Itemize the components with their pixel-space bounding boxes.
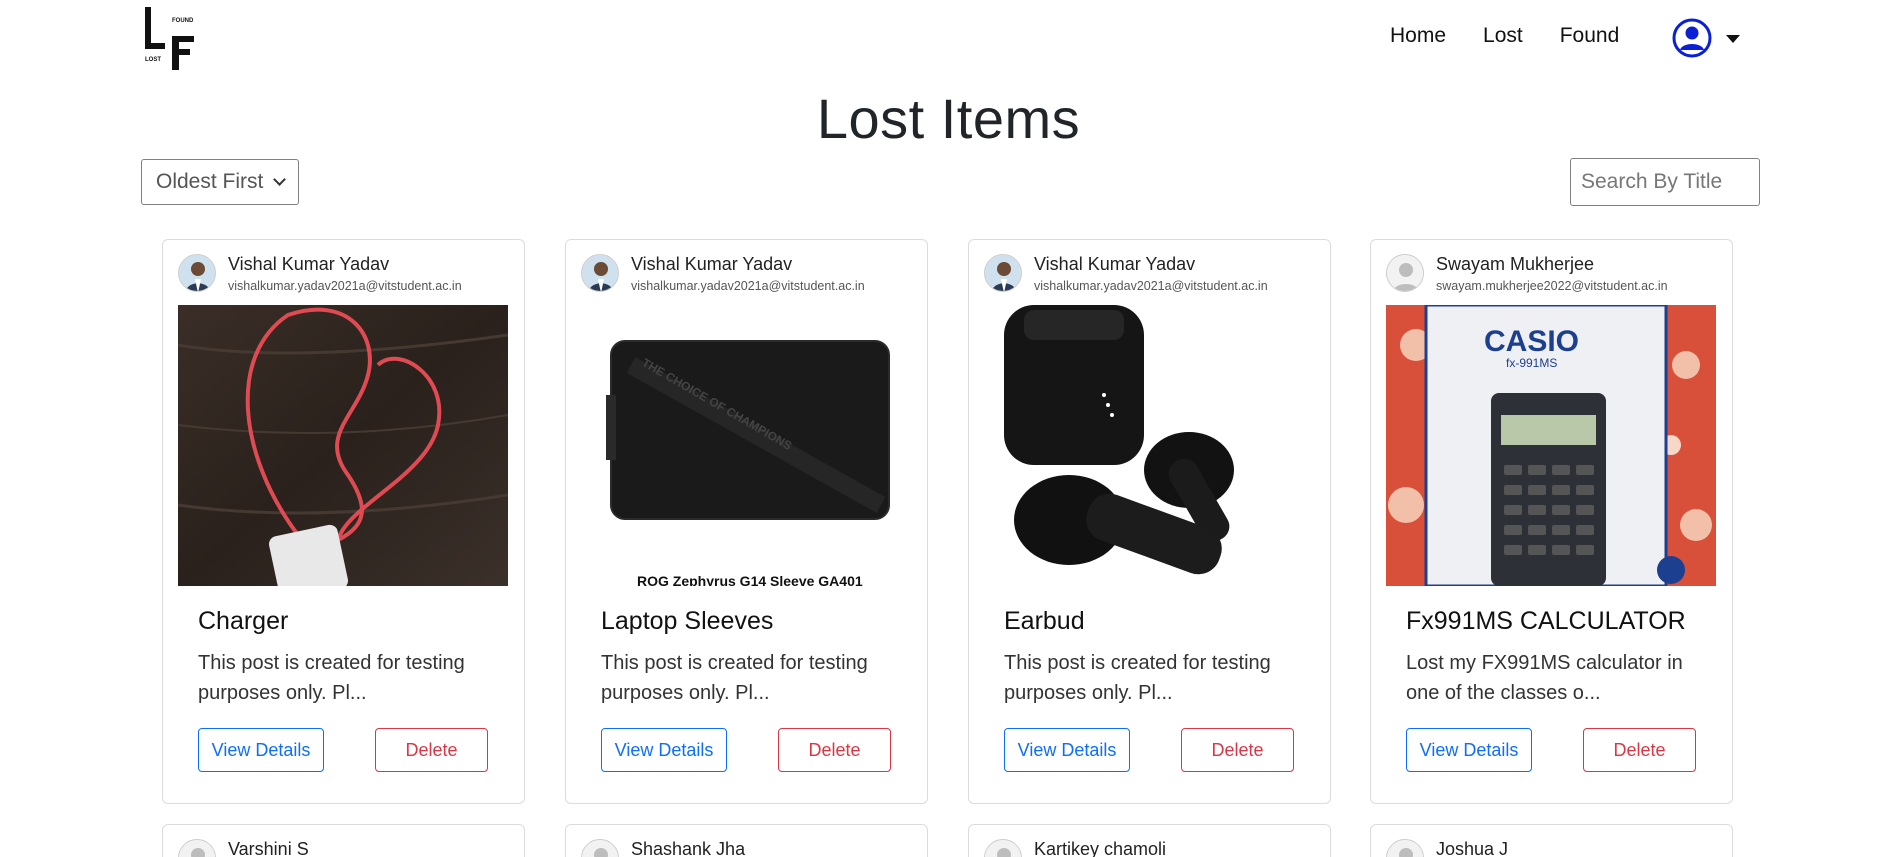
card-header: Swayam Mukherjee swayam.mukherjee2022@vi… bbox=[1386, 254, 1716, 296]
card-header: Vishal Kumar Yadav vishalkumar.yadav2021… bbox=[178, 254, 508, 296]
calculator-model: fx-991MS bbox=[1506, 356, 1557, 370]
calculator-brand: CASIO bbox=[1484, 325, 1579, 358]
item-title: Fx991MS CALCULATOR bbox=[1406, 607, 1686, 635]
avatar-placeholder bbox=[1386, 839, 1424, 857]
user-menu[interactable] bbox=[1672, 18, 1740, 63]
poster-name: Vishal Kumar Yadav bbox=[1034, 254, 1196, 274]
item-image bbox=[178, 305, 508, 586]
delete-button[interactable]: Delete bbox=[778, 728, 891, 772]
card-header: Vishal Kumar Yadav vishalkumar.yadav2021… bbox=[581, 254, 911, 296]
delete-button[interactable]: Delete bbox=[1583, 728, 1696, 772]
poster-email: vishalkumar.yadav2021a@vitstudent.ac.in bbox=[228, 279, 462, 293]
item-card: Vishal Kumar Yadav vishalkumar.yadav2021… bbox=[565, 239, 928, 804]
card-header: Shashank Jha bbox=[581, 839, 911, 857]
poster-email: swayam.mukherjee2022@vitstudent.ac.in bbox=[1436, 279, 1668, 293]
image-caption: ROG Zephyrus G14 Sleeve GA401 bbox=[637, 573, 863, 586]
navbar: FOUND LOST Home Lost Found bbox=[0, 0, 1897, 76]
sort-select[interactable]: Oldest First bbox=[141, 159, 299, 205]
poster-name: Swayam Mukherjee bbox=[1436, 254, 1595, 274]
delete-button[interactable]: Delete bbox=[375, 728, 488, 772]
nav-links: Home Lost Found bbox=[1390, 24, 1656, 48]
item-image: THE CHOICE OF CHAMPIONS ROG Zephyrus G14… bbox=[581, 305, 911, 586]
item-title: Charger bbox=[198, 607, 289, 635]
item-title: Earbud bbox=[1004, 607, 1085, 635]
avatar-placeholder bbox=[1386, 254, 1424, 292]
logo[interactable]: FOUND LOST bbox=[142, 6, 204, 70]
item-card: Kartikey chamoli bbox=[968, 824, 1331, 857]
nav-link-home[interactable]: Home bbox=[1390, 24, 1446, 48]
poster-name: Kartikey chamoli bbox=[1034, 839, 1167, 857]
poster-name: Joshua J bbox=[1436, 839, 1509, 857]
poster-email: vishalkumar.yadav2021a@vitstudent.ac.in bbox=[631, 279, 865, 293]
item-card: Shashank Jha bbox=[565, 824, 928, 857]
poster-name: Vishal Kumar Yadav bbox=[631, 254, 793, 274]
page-title: Lost Items bbox=[816, 87, 1081, 150]
item-description: This post is created for testing purpose… bbox=[198, 652, 465, 704]
item-image: CASIO fx-991MS bbox=[1386, 305, 1716, 586]
item-card: Vishal Kumar Yadav vishalkumar.yadav2021… bbox=[162, 239, 525, 804]
user-circle-icon bbox=[1672, 18, 1712, 63]
avatar-placeholder bbox=[178, 839, 216, 857]
view-details-button[interactable]: View Details bbox=[1406, 728, 1532, 772]
item-title: Laptop Sleeves bbox=[601, 607, 774, 635]
card-header: Vishal Kumar Yadav vishalkumar.yadav2021… bbox=[984, 254, 1314, 296]
item-description: This post is created for testing purpose… bbox=[601, 652, 868, 704]
card-header: Joshua J bbox=[1386, 839, 1716, 857]
nav-link-found[interactable]: Found bbox=[1560, 24, 1620, 48]
avatar bbox=[984, 254, 1022, 292]
avatar-placeholder bbox=[984, 839, 1022, 857]
card-header: Kartikey chamoli bbox=[984, 839, 1314, 857]
item-image bbox=[984, 305, 1314, 586]
poster-name: Varshini S bbox=[228, 839, 309, 857]
avatar-placeholder bbox=[581, 839, 619, 857]
chevron-down-icon bbox=[1726, 34, 1740, 43]
item-description: Lost my FX991MS calculator in one of the… bbox=[1406, 652, 1683, 704]
item-card: Joshua J bbox=[1370, 824, 1733, 857]
item-description: This post is created for testing purpose… bbox=[1004, 652, 1271, 704]
item-card: Varshini S bbox=[162, 824, 525, 857]
nav-link-lost[interactable]: Lost bbox=[1483, 24, 1523, 48]
chevron-down-icon bbox=[273, 173, 286, 186]
view-details-button[interactable]: View Details bbox=[601, 728, 727, 772]
view-details-button[interactable]: View Details bbox=[1004, 728, 1130, 772]
avatar bbox=[178, 254, 216, 292]
avatar bbox=[581, 254, 619, 292]
logo-found-text: FOUND bbox=[172, 18, 194, 24]
delete-button[interactable]: Delete bbox=[1181, 728, 1294, 772]
item-card: Vishal Kumar Yadav vishalkumar.yadav2021… bbox=[968, 239, 1331, 804]
card-header: Varshini S bbox=[178, 839, 508, 857]
poster-name: Vishal Kumar Yadav bbox=[228, 254, 390, 274]
item-card: Swayam Mukherjee swayam.mukherjee2022@vi… bbox=[1370, 239, 1733, 804]
search-input[interactable] bbox=[1570, 158, 1760, 206]
poster-name: Shashank Jha bbox=[631, 839, 746, 857]
view-details-button[interactable]: View Details bbox=[198, 728, 324, 772]
poster-email: vishalkumar.yadav2021a@vitstudent.ac.in bbox=[1034, 279, 1268, 293]
logo-lost-text: LOST bbox=[145, 57, 161, 63]
sort-selected-value: Oldest First bbox=[156, 170, 264, 193]
